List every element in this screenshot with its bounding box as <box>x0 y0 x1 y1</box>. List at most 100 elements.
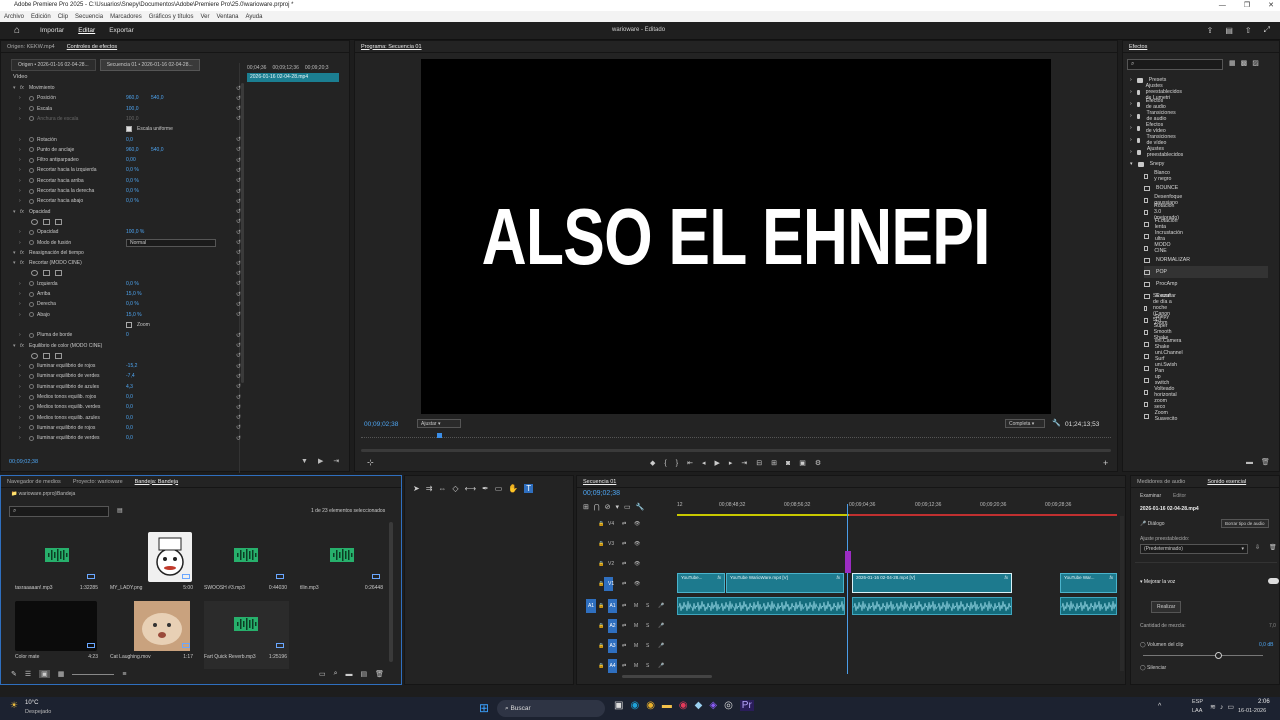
mute-label[interactable]: ◯ Silenciar <box>1140 665 1166 671</box>
lock-icon[interactable]: 🔒 <box>598 521 604 527</box>
chevron-right-icon[interactable]: › <box>19 312 21 318</box>
lock-icon[interactable]: 🔒 <box>598 663 604 669</box>
audio-clip[interactable] <box>852 597 1012 615</box>
effects-folder[interactable]: ▾ Snepy <box>1130 158 1164 170</box>
edge-icon[interactable]: ◉ <box>630 700 639 711</box>
ec-value[interactable]: 0,0 <box>126 137 133 143</box>
slip-tool-icon[interactable]: ⟷ <box>465 484 476 493</box>
clear-audio-type-button[interactable]: Borrar tipo de audio <box>1221 519 1269 528</box>
sync-lock-icon[interactable]: ⇄ <box>622 541 626 547</box>
chevron-right-icon[interactable]: › <box>19 240 21 246</box>
mute-button[interactable]: M <box>634 643 638 649</box>
program-timecode[interactable]: 00;09;02;38 <box>364 421 398 428</box>
track-label[interactable]: V1 <box>608 581 614 587</box>
sync-lock-icon[interactable]: ⇄ <box>622 603 626 609</box>
effects-preset[interactable]: MODO CINE <box>1144 242 1172 254</box>
chevron-right-icon[interactable]: › <box>19 394 21 400</box>
ec-row[interactable]: › Recortar hacia arriba 0,0 % ↺ <box>1 176 246 186</box>
bin-item[interactable]: Fart Quick Reverb.mp3 1:25196 <box>204 601 289 669</box>
keyframe-stopwatch-icon[interactable] <box>29 281 34 287</box>
task-view-icon[interactable]: ▣ <box>614 700 623 711</box>
chevron-right-icon[interactable]: › <box>19 384 21 390</box>
keyframe-stopwatch-icon[interactable] <box>29 373 34 379</box>
chevron-right-icon[interactable]: › <box>19 281 21 287</box>
ec-row[interactable]: Escala uniforme <box>1 124 246 134</box>
program-ruler[interactable] <box>361 437 1111 441</box>
bin-thumbnail[interactable] <box>15 532 97 582</box>
linked-selection-icon[interactable]: ⊘ <box>605 503 611 511</box>
ec-value[interactable]: 0,0 % <box>126 198 139 204</box>
ec-row[interactable]: › Iluminar equilibrio de rojos -15,2 ↺ <box>1 361 246 371</box>
effects-preset[interactable]: uni.Camera Shake <box>1144 338 1183 350</box>
rectangle-tool-icon[interactable]: ▭ <box>495 484 503 493</box>
ec-timecode[interactable]: 00;09;02;38 <box>9 459 38 465</box>
sequence-clip-select[interactable]: Secuencia 01 • 2026-01-16 02-04-28... <box>99 59 200 71</box>
clip-volume-value[interactable]: 0,0 dB <box>1259 642 1273 648</box>
workspace-icon[interactable]: ▤ <box>1225 26 1233 35</box>
tab-effects[interactable]: Efectos <box>1129 44 1147 50</box>
ec-row[interactable]: › Recortar hacia la izquierda 0,0 % ↺ <box>1 165 246 175</box>
delete-icon[interactable]: 🗑 <box>1261 458 1270 466</box>
chevron-right-icon[interactable]: › <box>19 435 21 441</box>
eye-icon[interactable]: 👁 <box>634 521 640 527</box>
discord-icon[interactable]: ◈ <box>709 700 717 711</box>
enhance-speech-section[interactable]: ▾ Mejorar la voz <box>1140 579 1175 585</box>
clip-volume-slider[interactable] <box>1143 655 1263 656</box>
ec-value[interactable]: 0,0 % <box>126 281 139 287</box>
weather-icon[interactable]: ☀ <box>10 700 18 711</box>
ec-row[interactable]: › Posición 960,0 540,0 ↺ <box>1 93 246 103</box>
track-select-icon[interactable]: ⇉ <box>426 484 433 493</box>
razor-tool-icon[interactable]: ◇ <box>452 484 458 493</box>
track-target[interactable]: A1 <box>608 599 617 613</box>
go-to-out-icon[interactable]: ⇥ <box>741 459 747 467</box>
tab-audio-meters[interactable]: Medidores de audio <box>1137 479 1185 485</box>
ec-value[interactable]: 0,0 <box>126 394 133 400</box>
delete-icon[interactable]: 🗑 <box>375 670 384 678</box>
hand-tool-icon[interactable]: ✋ <box>508 484 518 493</box>
fullscreen-icon[interactable]: ⤢ <box>1264 25 1270 35</box>
lock-icon[interactable]: 🔒 <box>598 643 604 649</box>
track-target[interactable]: A4 <box>608 659 617 673</box>
ec-value[interactable]: 0,0 % <box>126 301 139 307</box>
keyframe-stopwatch-icon[interactable] <box>29 301 34 307</box>
mute-button[interactable]: M <box>634 623 638 629</box>
bin-item[interactable]: SWOOSH #3.mp3 0:44030 <box>204 532 289 600</box>
chrome-icon[interactable]: ◉ <box>646 700 655 711</box>
keyframe-stopwatch-icon[interactable] <box>29 229 34 235</box>
battery-icon[interactable]: ▭ <box>1227 703 1234 711</box>
clip-volume-knob[interactable] <box>1215 652 1222 659</box>
bin-scrollbar[interactable] <box>389 522 393 662</box>
pen-mask-icon[interactable] <box>55 352 62 359</box>
menu-marcadores[interactable]: Marcadores <box>110 14 142 20</box>
ec-value[interactable]: 540,0 <box>151 147 164 153</box>
premiere-icon[interactable]: Pr <box>739 700 754 711</box>
fx-toggle-icon[interactable]: fx <box>20 209 24 215</box>
pen-mask-icon[interactable] <box>55 270 62 277</box>
track-label[interactable]: V4 <box>608 521 614 527</box>
effects-folder[interactable]: › Transiciones de vídeo <box>1130 134 1178 146</box>
ec-value[interactable]: 540,0 <box>151 95 164 101</box>
solo-button[interactable]: S <box>646 643 649 649</box>
sync-lock-icon[interactable]: ⇄ <box>622 561 626 567</box>
quick-export-icon[interactable]: ⇪ <box>1207 26 1214 35</box>
rect-mask-icon[interactable] <box>43 218 50 225</box>
effects-folder[interactable]: › Ajustes preestablecidos <box>1130 146 1185 158</box>
lock-icon[interactable]: 🔒 <box>598 603 604 609</box>
taskbar-search[interactable]: ⌕ Buscar <box>497 700 605 717</box>
step-forward-icon[interactable]: ▸ <box>729 459 733 467</box>
chevron-right-icon[interactable]: › <box>19 332 21 338</box>
ec-row[interactable]: › Punto de anclaje 960,0 540,0 ↺ <box>1 145 246 155</box>
sync-lock-icon[interactable]: ⇄ <box>622 643 626 649</box>
selection-tool-icon[interactable]: ➤ <box>413 484 420 493</box>
new-item-icon[interactable]: ▤ <box>361 670 368 678</box>
reset-icon[interactable]: ↺ <box>236 424 241 431</box>
effects-preset[interactable]: zoom seco <box>1144 398 1169 410</box>
fit-select[interactable]: Ajustar ▾ <box>417 419 461 428</box>
video-clip[interactable]: 2026-01-16 02-04-28.mp4 [V] fx <box>852 573 1012 593</box>
volume-icon[interactable]: ♪ <box>1220 704 1224 711</box>
bin-item[interactable]: tllin.mp3 0:26448 <box>300 532 385 600</box>
chevron-right-icon[interactable]: › <box>19 157 21 163</box>
ec-row[interactable]: › Medios tonos equilib. azules 0,0 ↺ <box>1 413 246 423</box>
ec-row[interactable]: Zoom <box>1 320 246 330</box>
effects-preset[interactable]: SL azul de día a noche (Canon 5D) <box>1144 293 1173 323</box>
